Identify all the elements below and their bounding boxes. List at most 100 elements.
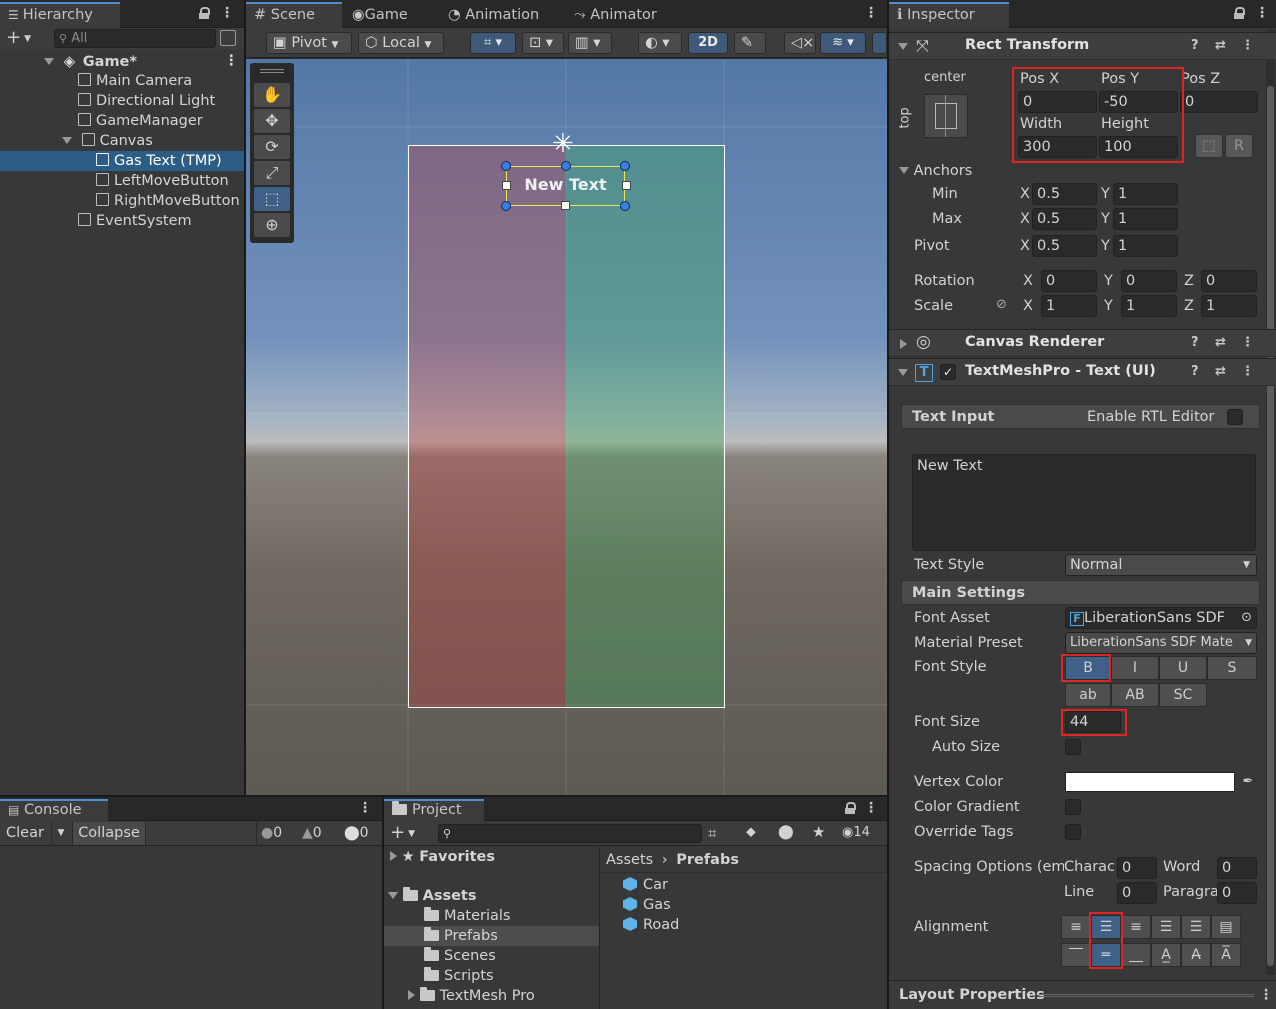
move-tool-icon[interactable]: ✥ bbox=[254, 109, 290, 133]
character-spacing-field[interactable]: 0 bbox=[1117, 857, 1157, 879]
clear-options-dropdown[interactable]: ▼ bbox=[52, 822, 70, 845]
align-left-icon[interactable]: ≡ bbox=[1061, 915, 1091, 939]
breadcrumb-prefabs[interactable]: Prefabs bbox=[676, 852, 739, 868]
hierarchy-search-input[interactable]: ⚲ All bbox=[54, 29, 216, 48]
blueprint-mode-button[interactable]: ⬚ bbox=[1195, 134, 1223, 158]
constrain-proportions-icon[interactable]: ⊘ bbox=[996, 297, 1007, 312]
help-icon[interactable]: ? bbox=[1191, 364, 1199, 379]
expand-arrow-icon[interactable] bbox=[898, 43, 908, 50]
scene-root-row[interactable]: ◈ Game* ⋮ bbox=[0, 51, 244, 71]
expand-arrow-icon[interactable] bbox=[62, 137, 72, 144]
hand-tool-icon[interactable]: ✋ bbox=[254, 83, 290, 107]
console-menu-icon[interactable]: ⋮ bbox=[358, 797, 372, 819]
override-tags-checkbox[interactable] bbox=[1065, 824, 1081, 840]
align-right-icon[interactable]: ≡ bbox=[1121, 915, 1151, 939]
create-asset-button[interactable]: + ▼ bbox=[390, 822, 415, 845]
resize-handle[interactable] bbox=[620, 201, 630, 211]
rotation-y-field[interactable]: 0 bbox=[1121, 270, 1177, 292]
auto-size-checkbox[interactable] bbox=[1065, 739, 1081, 755]
help-icon[interactable]: ? bbox=[1191, 335, 1199, 350]
audio-toggle[interactable]: ◁× bbox=[784, 32, 816, 54]
hierarchy-item-gas-text[interactable]: Gas Text (TMP) bbox=[0, 151, 244, 171]
expand-arrow-icon[interactable] bbox=[898, 369, 908, 376]
inspector-scrollbar[interactable] bbox=[1266, 30, 1275, 975]
resize-handle[interactable] bbox=[501, 161, 511, 171]
scale-x-field[interactable]: 1 bbox=[1041, 295, 1097, 317]
line-spacing-field[interactable]: 0 bbox=[1117, 882, 1157, 904]
lock-icon[interactable] bbox=[1234, 7, 1245, 19]
pivot-handle[interactable] bbox=[561, 161, 571, 171]
rotation-x-field[interactable]: 0 bbox=[1041, 270, 1097, 292]
preset-icon[interactable]: ⇄ bbox=[1215, 364, 1226, 379]
tab-animation[interactable]: ◔ Animation bbox=[440, 2, 547, 28]
scale-tool-icon[interactable]: ⤢ bbox=[254, 161, 290, 185]
pivot-y-field[interactable]: 1 bbox=[1113, 235, 1178, 257]
align-flush-icon[interactable]: ☰ bbox=[1181, 915, 1211, 939]
preset-icon[interactable]: ⇄ bbox=[1215, 38, 1226, 53]
assets-row[interactable]: Assets bbox=[384, 886, 599, 906]
edge-handle[interactable] bbox=[561, 201, 570, 210]
grid-toggle-button[interactable]: ▥ ▾ bbox=[568, 32, 612, 54]
add-object-button[interactable]: + ▼ bbox=[6, 28, 31, 49]
error-filter-toggle[interactable]: ⬤0 bbox=[340, 822, 380, 845]
collapse-arrow-icon[interactable] bbox=[408, 990, 415, 1000]
object-picker-icon[interactable]: ⊙ bbox=[1241, 608, 1252, 628]
scene-viewport[interactable]: New Text ✳ ✋ ✥ ⟳ ⤢ ⬚ ⊕ bbox=[246, 59, 887, 795]
log-filter-icon[interactable]: ⬤ bbox=[778, 824, 794, 840]
component-menu-icon[interactable]: ⋮ bbox=[1241, 38, 1254, 53]
draw-mode-button[interactable]: ◐ ▾ bbox=[638, 32, 682, 54]
scene-text-object[interactable]: New Text bbox=[506, 175, 625, 194]
warning-filter-toggle[interactable]: ▲0 bbox=[298, 822, 336, 845]
grid-snap-button[interactable]: ⌗ ▾ bbox=[470, 32, 516, 54]
tab-console[interactable]: ▤ Console bbox=[0, 799, 108, 821]
vertex-color-swatch[interactable] bbox=[1065, 772, 1235, 792]
hidden-packages-toggle[interactable]: ◉14 bbox=[842, 825, 870, 840]
anchor-icon[interactable]: ✳ bbox=[552, 131, 574, 157]
rotation-z-field[interactable]: 0 bbox=[1201, 270, 1257, 292]
font-size-field[interactable]: 44 bbox=[1065, 711, 1121, 733]
project-menu-icon[interactable]: ⋮ bbox=[864, 797, 878, 819]
anchor-min-y-field[interactable]: 1 bbox=[1113, 183, 1178, 205]
pos-y-field[interactable]: -50 bbox=[1099, 91, 1178, 113]
component-enabled-checkbox[interactable]: ✓ bbox=[940, 364, 956, 380]
canvas-renderer-header[interactable]: ◎ Canvas Renderer ? ⇄ ⋮ bbox=[889, 329, 1276, 357]
align-justify-icon[interactable]: ☰ bbox=[1151, 915, 1181, 939]
info-filter-toggle[interactable]: ●0 bbox=[256, 822, 294, 845]
hierarchy-item-event-system[interactable]: EventSystem bbox=[0, 211, 244, 231]
rtl-checkbox[interactable] bbox=[1227, 409, 1243, 425]
pos-z-field[interactable]: 0 bbox=[1180, 91, 1258, 113]
hierarchy-item-gamemanager[interactable]: GameManager bbox=[0, 111, 244, 131]
align-baseline-icon[interactable]: A̲ bbox=[1151, 943, 1181, 967]
anchor-min-x-field[interactable]: 0.5 bbox=[1032, 183, 1097, 205]
color-gradient-checkbox[interactable] bbox=[1065, 799, 1081, 815]
resize-handle[interactable] bbox=[501, 201, 511, 211]
resize-handle[interactable] bbox=[620, 161, 630, 171]
height-field[interactable]: 100 bbox=[1099, 136, 1178, 158]
asset-item-gas[interactable]: Gas bbox=[601, 895, 887, 915]
folder-row-materials[interactable]: Materials bbox=[384, 906, 599, 926]
scale-z-field[interactable]: 1 bbox=[1201, 295, 1257, 317]
tmp-header[interactable]: T ✓ TextMeshPro - Text (UI) ? ⇄ ⋮ bbox=[889, 358, 1276, 386]
snap-increment-button[interactable]: ⊡ ▾ bbox=[522, 32, 564, 54]
expand-arrow-icon[interactable] bbox=[44, 58, 54, 65]
inspector-menu-icon[interactable]: ⋮ bbox=[1255, 0, 1269, 26]
align-bottom-icon[interactable]: ⎽ bbox=[1121, 943, 1151, 967]
asset-item-car[interactable]: Car bbox=[601, 875, 887, 895]
align-center-icon[interactable]: ☰ bbox=[1091, 915, 1121, 939]
folder-row-scripts[interactable]: Scripts bbox=[384, 966, 599, 986]
help-icon[interactable]: ? bbox=[1191, 38, 1199, 53]
component-menu-icon[interactable]: ⋮ bbox=[1241, 335, 1254, 350]
tab-project[interactable]: Project bbox=[384, 799, 484, 821]
transform-tool-icon[interactable]: ⊕ bbox=[254, 213, 290, 237]
collapse-arrow-icon[interactable] bbox=[900, 339, 907, 349]
component-menu-icon[interactable]: ⋮ bbox=[1241, 364, 1254, 379]
tab-animator[interactable]: ⤳ Animator bbox=[566, 2, 665, 28]
favorite-filter-icon[interactable]: ★ bbox=[812, 823, 825, 841]
collapse-arrow-icon[interactable] bbox=[390, 851, 397, 861]
width-field[interactable]: 300 bbox=[1018, 136, 1097, 158]
strikethrough-button[interactable]: S bbox=[1207, 656, 1257, 680]
material-preset-dropdown[interactable]: LiberationSans SDF Mate ▼ bbox=[1065, 632, 1257, 654]
hierarchy-item-directional-light[interactable]: Directional Light bbox=[0, 91, 244, 111]
paragraph-spacing-field[interactable]: 0 bbox=[1217, 882, 1257, 904]
lighting-toggle[interactable]: ✎ bbox=[734, 32, 766, 54]
